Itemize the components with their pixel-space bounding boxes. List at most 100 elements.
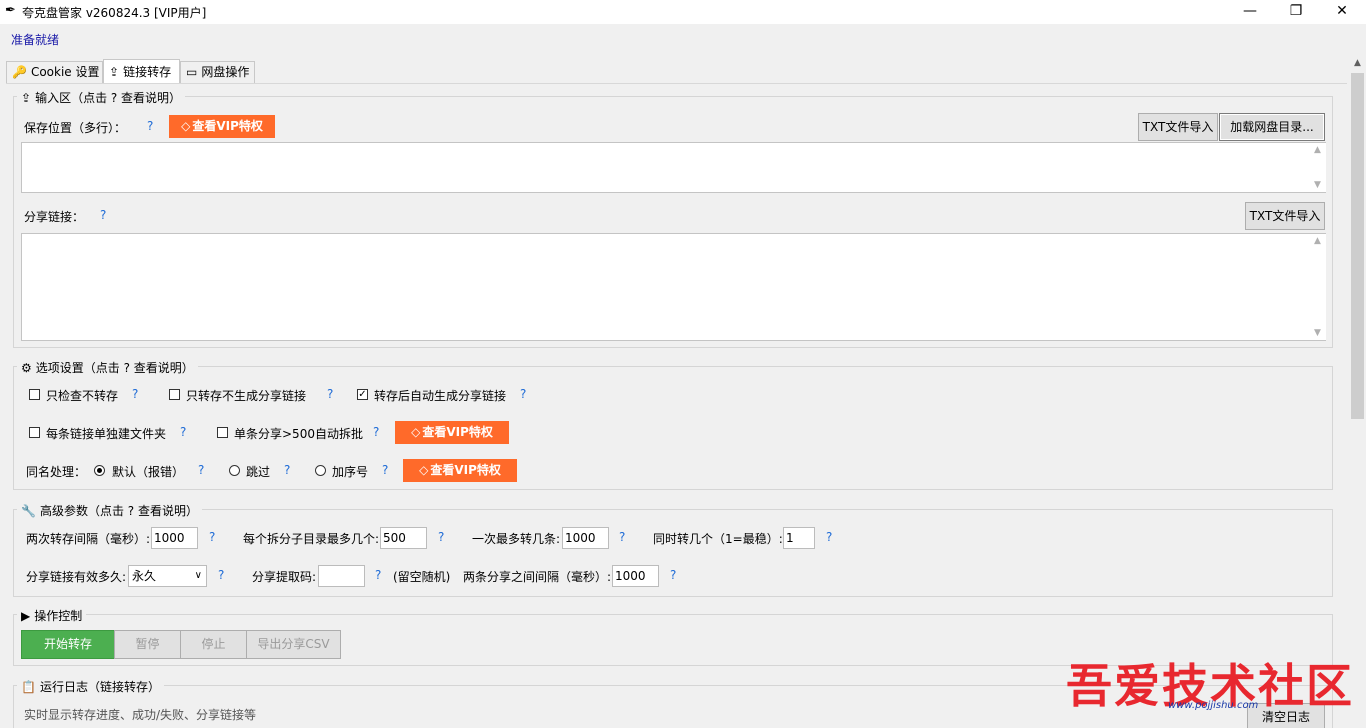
- title-bar: ✒ 夸克盘管家 v260824.3 [VIP用户] — ❐ ✕: [0, 0, 1366, 24]
- code-label: 分享提取码:: [252, 570, 317, 584]
- options-group: [13, 366, 1333, 490]
- log-placeholder: 实时显示转存进度、成功/失败、分享链接等: [24, 708, 257, 722]
- radio-default[interactable]: [94, 465, 105, 476]
- interval-help[interactable]: ?: [209, 530, 215, 544]
- share-link-textarea[interactable]: [21, 233, 1326, 341]
- share-interval-help[interactable]: ?: [670, 568, 676, 582]
- max-subdir-label: 每个拆分子目录最多几个:: [243, 532, 380, 546]
- minimize-button[interactable]: —: [1227, 0, 1273, 24]
- save-location-label: 保存位置（多行）：: [24, 121, 127, 135]
- radio-default-label: 默认（报错）: [112, 465, 185, 479]
- save-location-scrollbar[interactable]: ▲ ▼: [1309, 143, 1326, 192]
- vip-privilege-button[interactable]: ◇ 查看VIP特权: [395, 421, 509, 444]
- max-subdir-help[interactable]: ?: [438, 530, 444, 544]
- share-txt-import-button[interactable]: TXT文件导入: [1245, 202, 1325, 230]
- legend-text: 选项设置（点击 ? 查看说明）: [35, 361, 194, 375]
- validity-help[interactable]: ?: [218, 568, 224, 582]
- scroll-thumb[interactable]: [1351, 73, 1364, 419]
- close-button[interactable]: ✕: [1319, 0, 1365, 24]
- export-csv-button[interactable]: 导出分享CSV: [246, 630, 341, 659]
- same-name-label: 同名处理：: [26, 465, 87, 479]
- radio-default-help[interactable]: ?: [198, 463, 204, 477]
- concurrency-label: 同时转几个（1=最稳）:: [653, 532, 783, 546]
- code-hint: (留空随机): [393, 570, 451, 584]
- only-check-checkbox[interactable]: [29, 389, 40, 400]
- validity-label: 分享链接有效多久:: [26, 570, 127, 584]
- play-icon: ▶: [21, 609, 31, 623]
- folder-icon: ▭: [186, 65, 198, 79]
- vip-privilege-button-2[interactable]: ◇ 查看VIP特权: [403, 459, 517, 482]
- window-title: 夸克盘管家 v260824.3 [VIP用户]: [22, 6, 207, 20]
- radio-skip-help[interactable]: ?: [284, 463, 290, 477]
- feather-app-icon: ✒: [5, 3, 16, 18]
- scroll-up-icon[interactable]: ▲: [1309, 145, 1326, 155]
- vip-privilege-button[interactable]: ◇ 查看VIP特权: [169, 115, 275, 138]
- input-group-legend: ⇪ 输入区（点击 ? 查看说明）: [17, 89, 186, 106]
- radio-skip[interactable]: [229, 465, 240, 476]
- watermark-url: www.pojjishu.com: [1168, 700, 1259, 711]
- save-location-textarea[interactable]: [21, 142, 1326, 193]
- log-group-legend: 📋 运行日志（链接转存）: [17, 678, 164, 695]
- share-link-help[interactable]: ?: [100, 208, 106, 222]
- concurrency-help[interactable]: ?: [826, 530, 832, 544]
- interval-label: 两次转存间隔（毫秒）:: [26, 532, 151, 546]
- radio-seq-help[interactable]: ?: [382, 463, 388, 477]
- control-group-legend: ▶ 操作控制: [17, 607, 87, 624]
- scroll-down-icon[interactable]: ▼: [1309, 328, 1326, 338]
- stop-button[interactable]: 停止: [180, 630, 247, 659]
- radio-seq-label: 加序号: [332, 465, 369, 479]
- per-link-folder-checkbox[interactable]: [29, 427, 40, 438]
- vip-label: 查看VIP特权: [422, 425, 493, 439]
- scroll-down-icon[interactable]: ▼: [1309, 180, 1326, 190]
- per-link-folder-help[interactable]: ?: [180, 425, 186, 439]
- share-link-scrollbar[interactable]: ▲ ▼: [1309, 234, 1326, 340]
- cloud-upload-icon: ⇪: [21, 91, 32, 105]
- auto-share-help[interactable]: ?: [520, 387, 526, 401]
- concurrency-input[interactable]: 1: [783, 527, 815, 549]
- code-help[interactable]: ?: [375, 568, 381, 582]
- auto-share-checkbox[interactable]: ✓: [357, 389, 368, 400]
- tab-cookie-settings[interactable]: 🔑 Cookie 设置: [6, 61, 103, 83]
- vertical-scrollbar[interactable]: ▲: [1349, 55, 1366, 728]
- vip-label: 查看VIP特权: [430, 463, 501, 477]
- save-txt-import-button[interactable]: TXT文件导入: [1138, 113, 1218, 141]
- vip-label: 查看VIP特权: [192, 119, 263, 133]
- max-per-help[interactable]: ?: [619, 530, 625, 544]
- share-link-label: 分享链接：: [24, 210, 85, 224]
- legend-text: 输入区（点击 ? 查看说明）: [35, 91, 182, 105]
- only-check-label: 只检查不转存: [46, 389, 119, 403]
- only-check-help[interactable]: ?: [132, 387, 138, 401]
- legend-text: 高级参数（点击 ? 查看说明）: [39, 504, 198, 518]
- only-save-checkbox[interactable]: [169, 389, 180, 400]
- maximize-button[interactable]: ❐: [1273, 0, 1319, 24]
- code-input[interactable]: [318, 565, 365, 587]
- validity-value: 永久: [132, 569, 157, 583]
- diamond-icon: ◇: [411, 425, 421, 439]
- tab-label: Cookie 设置: [30, 65, 100, 79]
- radio-seq[interactable]: [315, 465, 326, 476]
- max-per-input[interactable]: 1000: [562, 527, 609, 549]
- validity-select[interactable]: 永久 ∨: [128, 565, 207, 587]
- pause-button[interactable]: 暂停: [114, 630, 181, 659]
- share-interval-input[interactable]: 1000: [612, 565, 659, 587]
- diamond-icon: ◇: [181, 119, 191, 133]
- key-icon: 🔑: [12, 65, 27, 79]
- advanced-group: [13, 509, 1333, 597]
- scroll-up-icon[interactable]: ▲: [1349, 55, 1366, 72]
- load-disk-directory-button[interactable]: 加载网盘目录...: [1219, 113, 1325, 141]
- scroll-up-icon[interactable]: ▲: [1309, 236, 1326, 246]
- wrench-icon: 🔧: [21, 504, 36, 518]
- auto-split-help[interactable]: ?: [373, 425, 379, 439]
- tab-label: 网盘操作: [201, 65, 250, 79]
- max-subdir-input[interactable]: 500: [380, 527, 427, 549]
- legend-text: 运行日志（链接转存）: [39, 680, 160, 694]
- tab-link-transfer[interactable]: ⇪ 链接转存: [103, 59, 180, 84]
- auto-share-label: 转存后自动生成分享链接: [374, 389, 507, 403]
- tab-disk-operations[interactable]: ▭ 网盘操作: [180, 61, 255, 83]
- auto-split-checkbox[interactable]: [217, 427, 228, 438]
- only-save-help[interactable]: ?: [327, 387, 333, 401]
- start-transfer-button[interactable]: 开始转存: [21, 630, 115, 659]
- per-link-folder-label: 每条链接单独建文件夹: [46, 427, 167, 441]
- interval-input[interactable]: 1000: [151, 527, 198, 549]
- save-location-help[interactable]: ?: [147, 119, 153, 133]
